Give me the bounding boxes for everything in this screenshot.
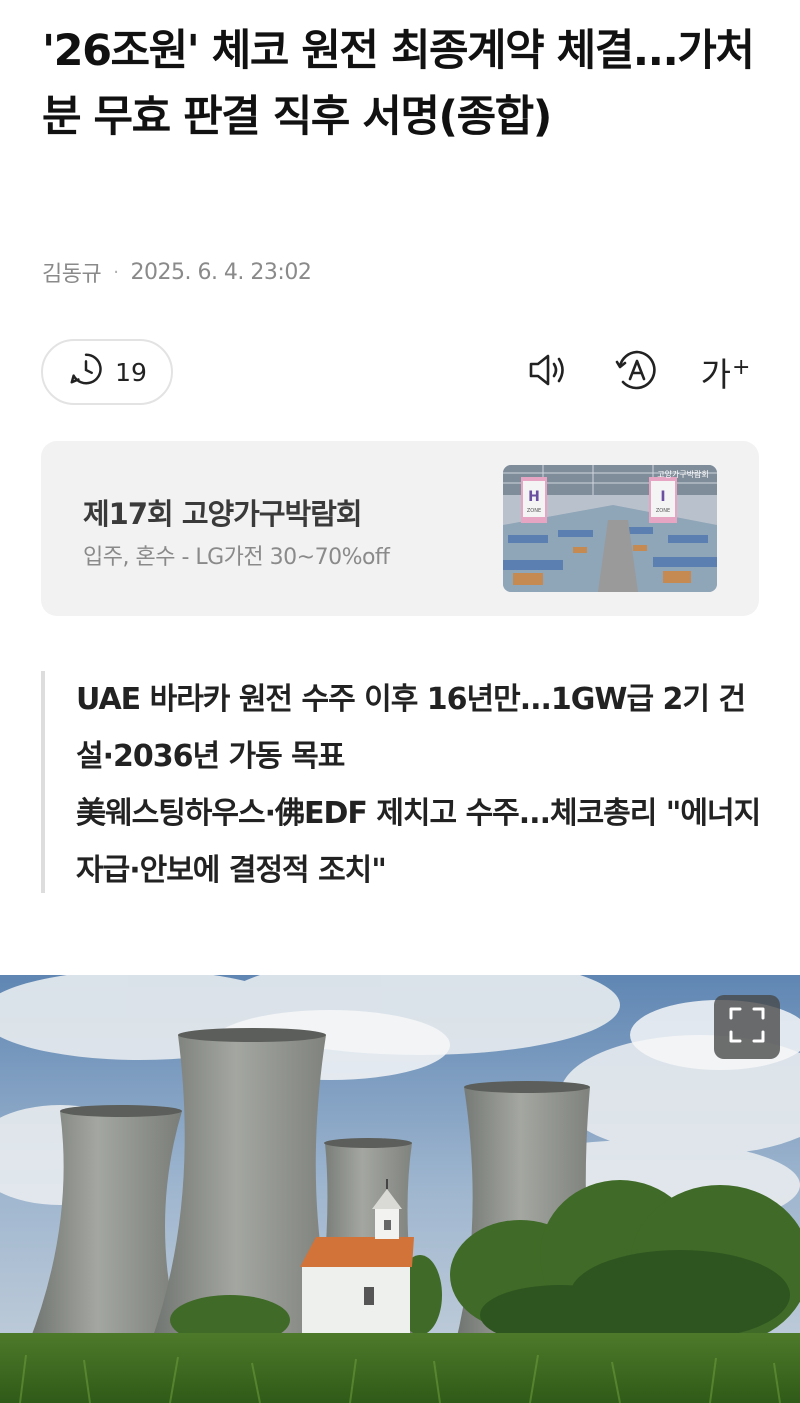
ad-title[interactable]: 제17회 고양가구박람회 [83,491,363,533]
summary-line: 美웨스팅하우스·佛EDF 제치고 수주...체코총리 "에너지자급·안보에 결정… [76,796,761,888]
ad-subtitle[interactable]: 입주, 혼수 - LG가전 30~70%off [83,539,390,571]
summary-line: UAE 바라카 원전 수주 이후 16년만...1GW급 2기 건설·2036년… [76,682,746,774]
byline-separator: · [113,261,119,283]
expand-image-button[interactable] [714,995,780,1059]
translate-button[interactable] [612,347,662,397]
ad-banner[interactable]: 제17회 고양가구박람회 입주, 혼수 - LG가전 30~70%off H Z… [41,441,759,616]
expand-icon [728,1006,766,1048]
ad-thumb-zone-right-word: ZONE [656,508,670,514]
text-to-speech-button[interactable] [522,347,572,397]
byline: 김동규 · 2025. 6. 4. 23:02 [42,256,312,288]
comments-button[interactable]: 19 [41,339,173,405]
ad-thumb-zone-right: I [660,489,665,505]
ad-thumbnail[interactable]: H ZONE I ZONE 고양가구박람회 [503,465,717,592]
speaker-icon [523,346,571,398]
font-size-button[interactable]: 가+ [700,347,751,397]
publish-timestamp: 2025. 6. 4. 23:02 [130,259,312,285]
clock-comment-icon [67,350,105,394]
comment-count: 19 [115,357,147,387]
article-summary: UAE 바라카 원전 수주 이후 16년만...1GW급 2기 건설·2036년… [41,671,761,893]
cooling-towers-image [0,975,800,1403]
translate-icon [613,346,661,398]
article-photo[interactable] [0,975,800,1403]
ad-thumb-logo: 고양가구박람회 [657,469,709,479]
author-name[interactable]: 김동규 [42,256,102,288]
font-size-icon: 가+ [700,355,751,394]
ad-thumb-zone-left-word: ZONE [527,508,541,514]
article-title: '26조원' 체코 원전 최종계약 체결...가처분 무효 판결 직후 서명(종… [42,26,755,142]
ad-thumb-zone-left: H [528,489,540,505]
